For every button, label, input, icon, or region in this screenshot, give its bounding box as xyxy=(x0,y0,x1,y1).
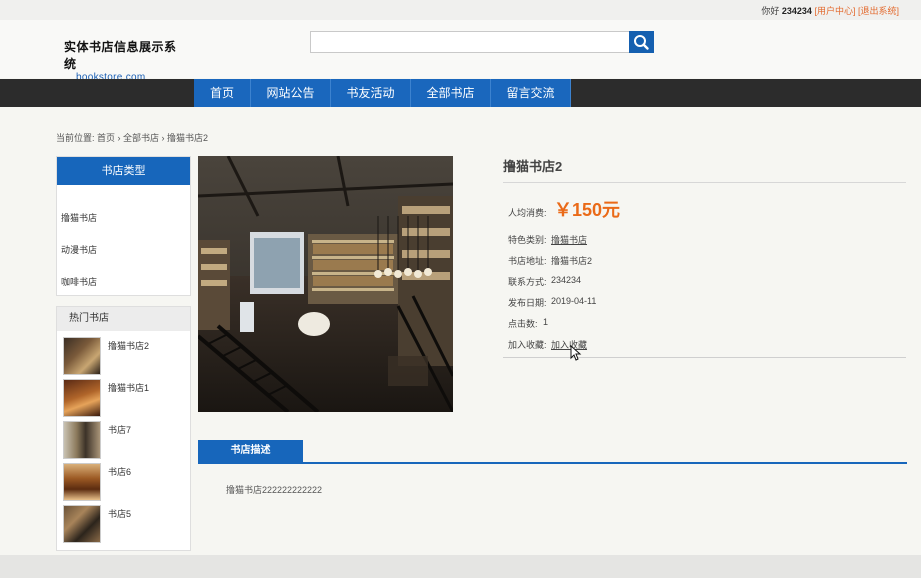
clicks-label: 点击数: xyxy=(508,319,538,329)
hot-store-name[interactable]: 书店6 xyxy=(108,465,131,478)
hot-store-item[interactable]: 撸猫书店1 xyxy=(63,379,188,417)
category-item[interactable]: 撸猫书店 xyxy=(61,211,97,224)
nav-messages[interactable]: 留言交流 xyxy=(491,79,571,107)
hot-stores-panel: 热门书店 撸猫书店2 撸猫书店1 书店7 书店6 书店5 xyxy=(56,306,191,551)
store-thumbnail[interactable] xyxy=(63,505,101,543)
store-info: 撸猫书店2 人均消费: ￥150元 特色类别: 撸猫书店 书店地址: 撸猫书店2… xyxy=(503,156,906,358)
address-value: 撸猫书店2 xyxy=(551,256,593,266)
store-title: 撸猫书店2 xyxy=(503,159,563,174)
main-nav: 首页 网站公告 书友活动 全部书店 留言交流 xyxy=(0,79,921,107)
logo-title: 实体书店信息展示系统 xyxy=(64,40,177,71)
tab-description[interactable]: 书店描述 xyxy=(198,440,303,462)
divider xyxy=(503,182,906,183)
contact-value: 234234 xyxy=(551,275,582,285)
description-tabbar: 书店描述 xyxy=(198,440,907,464)
hot-store-item[interactable]: 书店5 xyxy=(63,505,188,543)
tab-underline xyxy=(198,462,907,464)
site-logo[interactable]: 实体书店信息展示系统 bookstore.com xyxy=(64,38,184,83)
user-greeting: 你好 234234 [用户中心] [退出系统] xyxy=(761,4,899,17)
search-button[interactable] xyxy=(629,31,654,53)
top-bar: 你好 234234 [用户中心] [退出系统] xyxy=(0,0,921,20)
hot-store-name[interactable]: 撸猫书店2 xyxy=(108,339,149,352)
header: 实体书店信息展示系统 bookstore.com xyxy=(0,20,921,83)
price-label: 人均消费: xyxy=(508,208,547,218)
search-box xyxy=(310,31,654,53)
store-thumbnail[interactable] xyxy=(63,421,101,459)
category-label: 特色类别: xyxy=(508,235,547,245)
hot-store-name[interactable]: 书店5 xyxy=(108,507,131,520)
category-title: 书店类型 xyxy=(57,157,190,185)
store-thumbnail[interactable] xyxy=(63,379,101,417)
contact-label: 联系方式: xyxy=(508,277,547,287)
price-value: ￥150元 xyxy=(554,200,621,220)
hot-store-name[interactable]: 书店7 xyxy=(108,423,131,436)
category-link[interactable]: 撸猫书店 xyxy=(551,233,587,246)
nav-all-stores[interactable]: 全部书店 xyxy=(411,79,491,107)
greeting-text: 你好 xyxy=(761,6,780,16)
user-center-link[interactable]: [用户中心] xyxy=(814,6,855,16)
favorite-label: 加入收藏: xyxy=(508,340,547,350)
date-label: 发布日期: xyxy=(508,298,547,308)
store-thumbnail[interactable] xyxy=(63,463,101,501)
mouse-cursor-icon xyxy=(570,345,582,361)
date-value: 2019-04-11 xyxy=(551,296,597,306)
hot-store-item[interactable]: 撸猫书店2 xyxy=(63,337,188,375)
footer xyxy=(0,555,921,578)
category-item[interactable]: 动漫书店 xyxy=(61,243,97,256)
nav-announcements[interactable]: 网站公告 xyxy=(251,79,331,107)
store-photo-illustration xyxy=(198,156,453,412)
category-item[interactable]: 咖啡书店 xyxy=(61,275,97,288)
search-input[interactable] xyxy=(310,31,630,53)
nav-activities[interactable]: 书友活动 xyxy=(331,79,411,107)
logout-link[interactable]: [退出系统] xyxy=(858,6,899,16)
store-thumbnail[interactable] xyxy=(63,337,101,375)
nav-home[interactable]: 首页 xyxy=(194,79,251,107)
divider xyxy=(503,357,906,358)
store-photo xyxy=(198,156,453,412)
description-text: 撸猫书店222222222222 xyxy=(226,485,323,495)
hot-store-name[interactable]: 撸猫书店1 xyxy=(108,381,149,394)
username: 234234 xyxy=(781,6,812,16)
hot-store-item[interactable]: 书店7 xyxy=(63,421,188,459)
breadcrumb: 当前位置: 首页 › 全部书店 › 撸猫书店2 xyxy=(56,133,209,143)
hot-stores-title: 热门书店 xyxy=(57,307,190,331)
clicks-value: 1 xyxy=(543,317,549,327)
category-panel: 书店类型 撸猫书店 动漫书店 咖啡书店 xyxy=(56,156,191,296)
search-icon xyxy=(634,35,649,50)
address-label: 书店地址: xyxy=(508,256,547,266)
hot-store-item[interactable]: 书店6 xyxy=(63,463,188,501)
